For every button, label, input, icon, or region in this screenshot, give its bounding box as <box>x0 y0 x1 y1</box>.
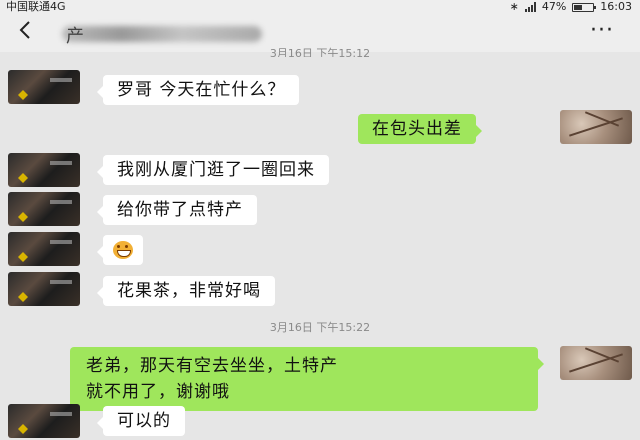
status-bar: 中国联通4G ∗ 47% 16:03 <box>0 0 640 14</box>
my-avatar[interactable] <box>560 346 632 380</box>
message-bubble-right[interactable]: 在包头出差 <box>358 114 482 144</box>
message-line: 老弟，那天有空去坐坐，土特产 <box>86 356 338 376</box>
chevron-left-icon <box>19 21 30 39</box>
timestamp-middle: 3月16日 下午15:22 <box>269 321 371 334</box>
more-dots-icon: ··· <box>590 18 614 43</box>
contact-avatar[interactable] <box>8 153 80 187</box>
signal-icon <box>524 2 536 12</box>
chat-title-blurred <box>62 26 262 42</box>
battery-icon <box>572 2 597 12</box>
message-bubble-left[interactable]: 给你带了点特产 <box>97 195 257 225</box>
bluetooth-icon: ∗ <box>509 0 519 13</box>
message-bubble-right[interactable]: 老弟，那天有空去坐坐，土特产 就不用了，谢谢哦 <box>70 347 544 411</box>
my-avatar[interactable] <box>560 110 632 144</box>
grinning-face-emoji <box>113 241 133 259</box>
message-bubble-left[interactable]: 我刚从厦门逛了一圈回来 <box>97 155 329 185</box>
carrier-label: 中国联通4G <box>6 0 66 13</box>
battery-percent: 47% <box>541 0 567 13</box>
message-bubble-left[interactable]: 可以的 <box>97 406 185 436</box>
message-line: 就不用了，谢谢哦 <box>86 382 230 402</box>
more-button[interactable]: ··· <box>590 20 614 42</box>
contact-avatar[interactable] <box>8 192 80 226</box>
back-button[interactable] <box>18 20 32 46</box>
contact-avatar[interactable] <box>8 272 80 306</box>
contact-avatar[interactable] <box>8 232 80 266</box>
status-icons: ∗ 47% 16:03 <box>510 0 632 14</box>
message-bubble-left[interactable]: 花果茶，非常好喝 <box>97 276 275 306</box>
timestamp-top: 3月16日 下午15:12 <box>269 47 371 57</box>
message-bubble-left[interactable] <box>97 235 143 265</box>
message-bubble-left[interactable]: 罗哥 今天在忙什么？ <box>96 75 300 105</box>
contact-avatar[interactable] <box>8 404 80 438</box>
clock: 16:03 <box>600 0 632 13</box>
contact-avatar[interactable] <box>8 70 80 104</box>
